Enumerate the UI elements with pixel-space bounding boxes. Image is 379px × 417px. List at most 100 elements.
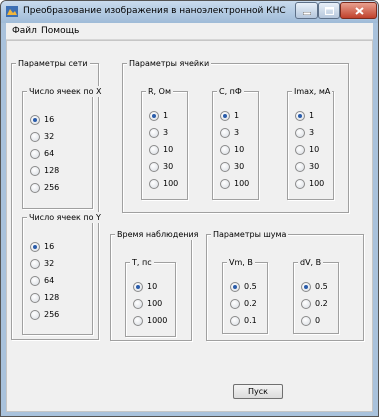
radio-label: 10	[234, 145, 245, 154]
radio-label: 32	[44, 132, 55, 141]
radio-unselected-icon[interactable]	[230, 299, 240, 309]
app-window: Преобразование изображения в наноэлектро…	[0, 0, 379, 417]
radio-unselected-icon[interactable]	[30, 166, 40, 176]
radio-unselected-icon[interactable]	[30, 293, 40, 303]
radio-label: 0.1	[244, 316, 257, 325]
radio-unselected-icon[interactable]	[133, 299, 143, 309]
radio-label: 30	[309, 162, 320, 171]
t-title: T, пс	[130, 257, 154, 268]
radio-label: 3	[163, 128, 169, 137]
radio-unselected-icon[interactable]	[220, 128, 230, 138]
radio-unselected-icon[interactable]	[230, 316, 240, 326]
cells-y-title: Число ячеек по Y	[27, 212, 103, 223]
observation-title: Время наблюдения	[115, 229, 201, 240]
menu-bar: Файл Помощь	[6, 23, 373, 40]
radio-selected-icon[interactable]	[220, 111, 230, 121]
radio-selected-icon[interactable]	[295, 111, 305, 121]
imax-group: Imax, мА 1 3 10 30 100	[287, 86, 334, 200]
cell-params-group: Параметры ячейки R, Ом 1 3 10 30 100 C, пФ 1…	[122, 58, 349, 213]
radio-selected-icon[interactable]	[30, 115, 40, 125]
radio-label: 10	[309, 145, 320, 154]
start-button[interactable]: Пуск	[233, 384, 283, 399]
radio-unselected-icon[interactable]	[30, 276, 40, 286]
cells-x-group: Число ячеек по X 16 32 64 128 256	[22, 86, 104, 209]
radio-label: 10	[163, 145, 174, 154]
vm-title: Vm, В	[227, 257, 255, 268]
radio-label: 100	[234, 179, 250, 188]
radio-unselected-icon[interactable]	[149, 179, 159, 189]
radio-label: 100	[309, 179, 325, 188]
radio-unselected-icon[interactable]	[30, 149, 40, 159]
radio-unselected-icon[interactable]	[295, 128, 305, 138]
minimize-button[interactable]	[295, 2, 318, 19]
radio-selected-icon[interactable]	[301, 282, 311, 292]
radio-unselected-icon[interactable]	[220, 145, 230, 155]
radio-unselected-icon[interactable]	[301, 299, 311, 309]
app-icon	[6, 6, 18, 17]
observation-group: Время наблюдения T, пс 10 100 1000	[110, 229, 201, 341]
radio-label: 1	[309, 111, 315, 120]
close-button[interactable]	[340, 2, 377, 19]
radio-unselected-icon[interactable]	[149, 145, 159, 155]
radio-label: 64	[44, 276, 55, 285]
cell-params-title: Параметры ячейки	[127, 58, 212, 69]
radio-selected-icon[interactable]	[30, 242, 40, 252]
r-group: R, Ом 1 3 10 30 100	[141, 86, 188, 200]
noise-params-title: Параметры шума	[211, 229, 289, 240]
radio-selected-icon[interactable]	[133, 282, 143, 292]
minimize-icon	[303, 12, 311, 15]
radio-selected-icon[interactable]	[230, 282, 240, 292]
cells-y-group: Число ячеек по Y 16 32 64 128 256	[22, 212, 103, 335]
radio-label: 16	[44, 242, 55, 251]
radio-label: 16	[44, 115, 55, 124]
cells-x-title: Число ячеек по X	[27, 86, 104, 97]
radio-label: 1	[234, 111, 240, 120]
radio-label: 0.2	[315, 299, 328, 308]
main-panel: Параметры сети Число ячеек по X 16 32 64 12…	[6, 40, 373, 412]
radio-label: 3	[309, 128, 315, 137]
radio-label: 0	[315, 316, 321, 325]
radio-label: 64	[44, 149, 55, 158]
radio-unselected-icon[interactable]	[30, 259, 40, 269]
radio-label: 32	[44, 259, 55, 268]
t-group: T, пс 10 100 1000	[125, 257, 176, 337]
radio-label: 100	[147, 299, 163, 308]
radio-label: 30	[163, 162, 174, 171]
radio-unselected-icon[interactable]	[30, 183, 40, 193]
radio-label: 128	[44, 166, 60, 175]
noise-params-group: Параметры шума Vm, В 0.5 0.2 0.1 dV, В 0.5…	[206, 229, 364, 341]
c-group: C, пФ 1 3 10 30 100	[212, 86, 259, 200]
radio-unselected-icon[interactable]	[220, 162, 230, 172]
radio-label: 256	[44, 310, 60, 319]
radio-label: 0.2	[244, 299, 257, 308]
dv-title: dV, В	[298, 257, 324, 268]
title-bar[interactable]: Преобразование изображения в наноэлектро…	[1, 1, 378, 23]
radio-unselected-icon[interactable]	[295, 145, 305, 155]
radio-unselected-icon[interactable]	[149, 128, 159, 138]
c-title: C, пФ	[217, 86, 244, 97]
radio-label: 1	[163, 111, 169, 120]
radio-unselected-icon[interactable]	[220, 179, 230, 189]
radio-selected-icon[interactable]	[149, 111, 159, 121]
radio-unselected-icon[interactable]	[30, 132, 40, 142]
menu-file[interactable]: Файл	[12, 26, 37, 36]
radio-label: 3	[234, 128, 240, 137]
maximize-icon	[325, 7, 334, 15]
radio-unselected-icon[interactable]	[149, 162, 159, 172]
radio-label: 100	[163, 179, 179, 188]
vm-group: Vm, В 0.5 0.2 0.1	[222, 257, 268, 334]
radio-label: 30	[234, 162, 245, 171]
radio-label: 10	[147, 282, 158, 291]
dv-group: dV, В 0.5 0.2 0	[293, 257, 339, 334]
radio-unselected-icon[interactable]	[30, 310, 40, 320]
radio-unselected-icon[interactable]	[295, 162, 305, 172]
radio-label: 1000	[147, 316, 168, 325]
close-icon	[355, 7, 364, 15]
imax-title: Imax, мА	[292, 86, 333, 97]
menu-help[interactable]: Помощь	[41, 26, 79, 36]
radio-unselected-icon[interactable]	[301, 316, 311, 326]
maximize-button[interactable]	[318, 2, 340, 19]
network-params-title: Параметры сети	[16, 58, 90, 69]
radio-unselected-icon[interactable]	[133, 316, 143, 326]
radio-unselected-icon[interactable]	[295, 179, 305, 189]
